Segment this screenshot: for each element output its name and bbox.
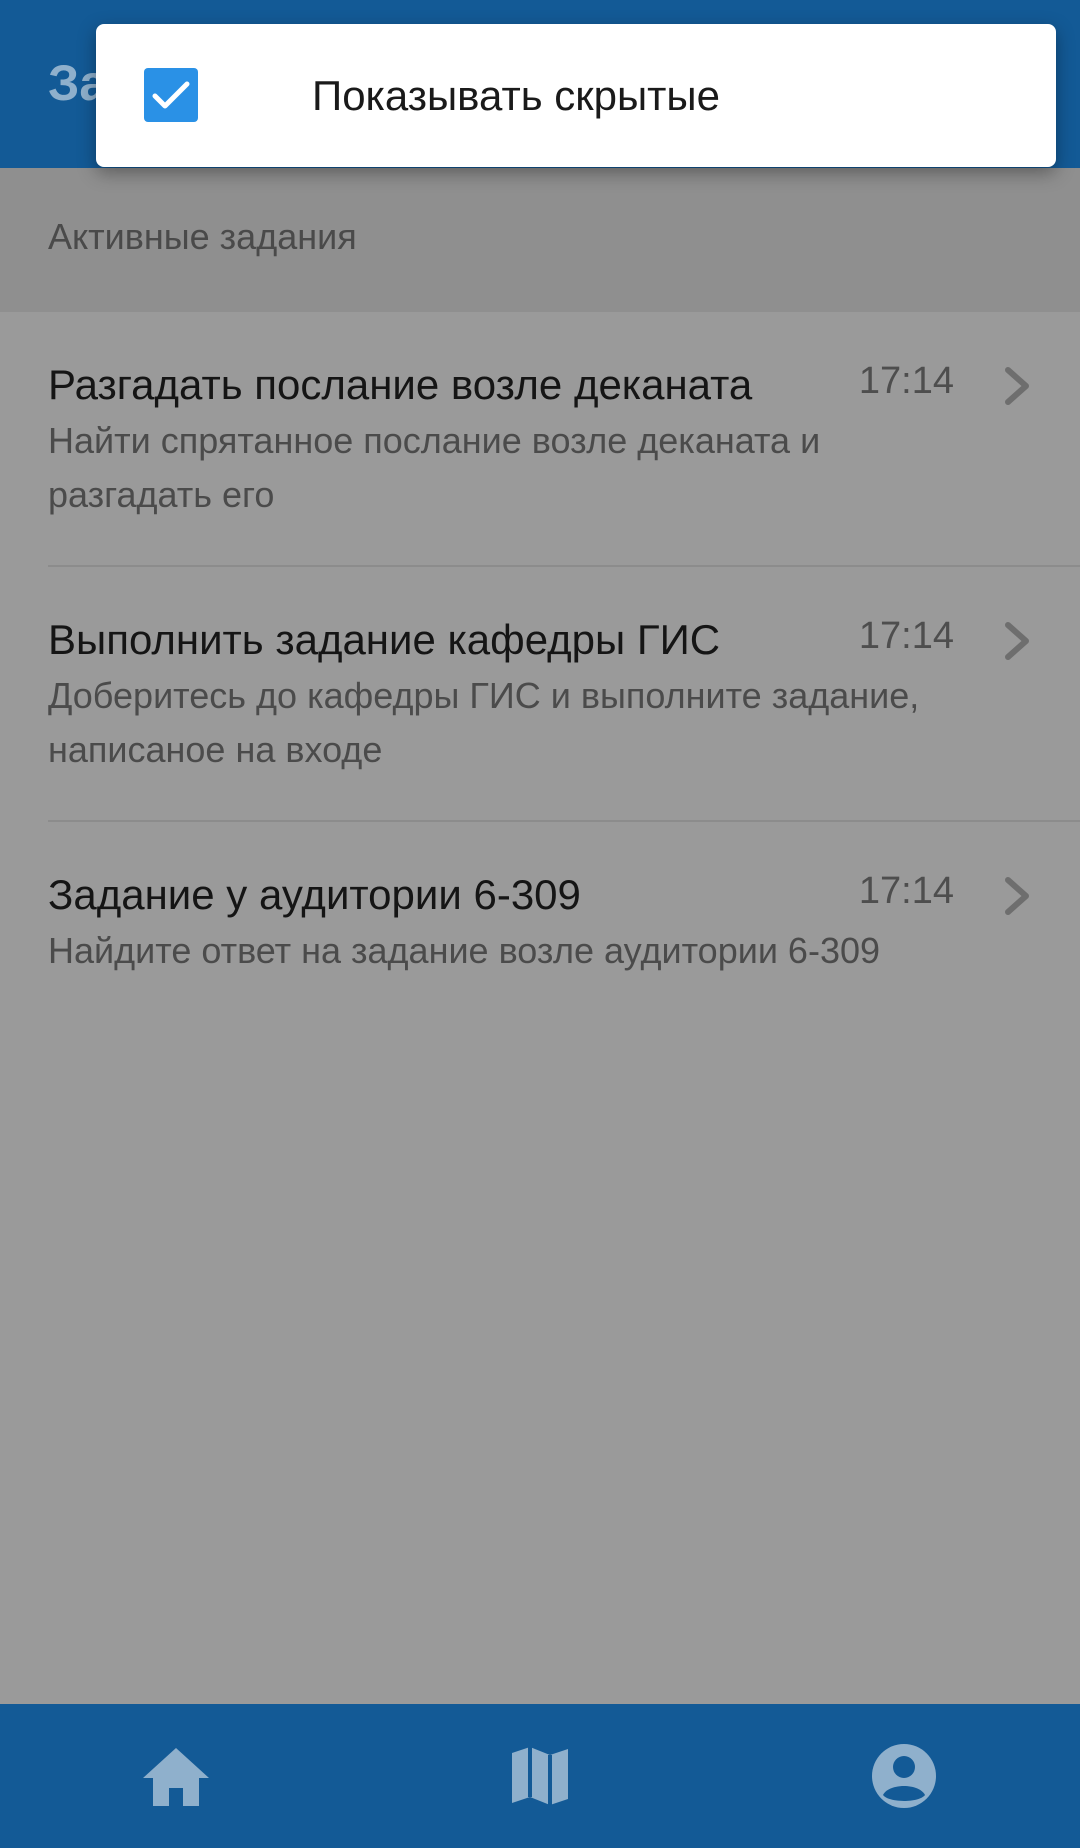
task-list: Разгадать послание возле деканата 17:14 … (0, 312, 1080, 1022)
show-hidden-checkbox[interactable] (144, 68, 198, 122)
section-title: Активные задания (48, 216, 357, 257)
task-item[interactable]: Разгадать послание возле деканата 17:14 … (0, 312, 1080, 567)
task-title: Выполнить задание кафедры ГИС (48, 616, 721, 663)
chevron-right-icon (1005, 877, 1029, 915)
nav-profile-button[interactable] (844, 1704, 964, 1848)
options-popup-menu: Показывать скрытые (96, 24, 1056, 167)
task-item[interactable]: Выполнить задание кафедры ГИС 17:14 Добе… (0, 567, 1080, 822)
nav-map-button[interactable] (480, 1704, 600, 1848)
task-title: Разгадать послание возле деканата (48, 361, 753, 408)
bottom-navigation (0, 1704, 1080, 1848)
section-header: Активные задания (0, 168, 1080, 312)
home-icon (143, 1748, 209, 1806)
task-item[interactable]: Задание у аудитории 6-309 17:14 Найдите … (0, 822, 1080, 1022)
task-title: Задание у аудитории 6-309 (48, 871, 581, 918)
task-description: Найдите ответ на задание возле аудитории… (48, 930, 881, 971)
show-hidden-label[interactable]: Показывать скрытые (312, 66, 720, 126)
chevron-right-icon (1005, 622, 1029, 660)
task-time: 17:14 (858, 870, 954, 912)
nav-home-button[interactable] (116, 1704, 236, 1848)
checkmark-icon (152, 81, 190, 109)
task-time: 17:14 (858, 615, 954, 657)
task-description: Доберитесь до кафедры ГИС и выполните за… (48, 675, 920, 770)
chevron-right-icon (1005, 367, 1029, 405)
account-circle-icon (872, 1744, 936, 1808)
task-description: Найти спрятанное послание возле деканата… (48, 420, 821, 515)
task-time: 17:14 (858, 360, 954, 402)
map-icon (512, 1747, 568, 1805)
